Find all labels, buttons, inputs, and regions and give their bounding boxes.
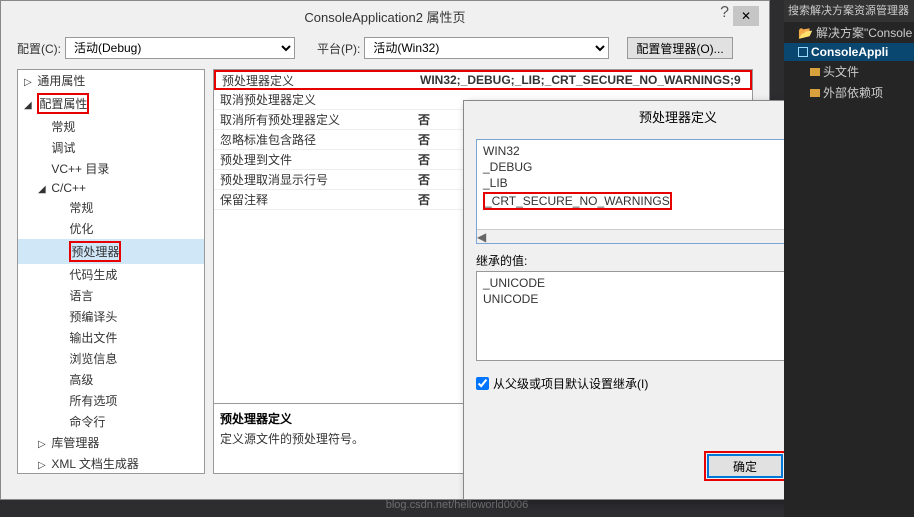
tree-item[interactable]: ▷ 库管理器: [18, 432, 204, 453]
tree-item[interactable]: 预处理器: [18, 239, 204, 264]
close-icon[interactable]: ✕: [733, 6, 759, 26]
tree-item[interactable]: 命令行: [18, 411, 204, 432]
tree-item[interactable]: ◢ C/C++: [18, 179, 204, 197]
solution-node[interactable]: 📂解决方案"Console: [784, 22, 914, 43]
tree-item[interactable]: 语言: [18, 285, 204, 306]
platform-select[interactable]: 活动(Win32): [364, 37, 609, 59]
config-manager-button[interactable]: 配置管理器(O)...: [627, 37, 732, 59]
inherit-checkbox-label[interactable]: 从父级或项目默认设置继承(I): [476, 375, 648, 392]
ok-button[interactable]: 确定: [707, 454, 783, 478]
tree-item[interactable]: 所有选项: [18, 390, 204, 411]
tree-item[interactable]: 预编译头: [18, 306, 204, 327]
tree-item[interactable]: 常规: [18, 197, 204, 218]
search-placeholder[interactable]: 搜索解决方案资源管理器: [784, 0, 914, 22]
tree-item[interactable]: 代码生成: [18, 264, 204, 285]
config-bar: 配置(C): 活动(Debug) 平台(P): 活动(Win32) 配置管理器(…: [1, 31, 769, 69]
config-select[interactable]: 活动(Debug): [65, 37, 295, 59]
tree-item[interactable]: ▷ 通用属性: [18, 70, 204, 91]
tree-item[interactable]: 高级: [18, 369, 204, 390]
tree-item[interactable]: 调试: [18, 137, 204, 158]
inherit-checkbox[interactable]: [476, 377, 489, 390]
help-icon[interactable]: ?: [720, 4, 729, 22]
tree-item[interactable]: 优化: [18, 218, 204, 239]
tree-item[interactable]: 浏览信息: [18, 348, 204, 369]
tree-item[interactable]: 输出文件: [18, 327, 204, 348]
platform-label: 平台(P):: [317, 40, 360, 57]
category-tree[interactable]: ▷ 通用属性◢ 配置属性 常规 调试 VC++ 目录◢ C/C++ 常规 优化 …: [17, 69, 205, 474]
tree-item[interactable]: ▷ XML 文档生成器: [18, 453, 204, 474]
tree-item[interactable]: 常规: [18, 116, 204, 137]
tree-item[interactable]: ◢ 配置属性: [18, 91, 204, 116]
watermark: blog.csdn.net/helloworld0006: [386, 499, 529, 511]
project-node[interactable]: ConsoleAppli: [784, 43, 914, 61]
solution-explorer: 搜索解决方案资源管理器 📂解决方案"Console ConsoleAppli 头…: [784, 0, 914, 517]
dialog-title: ConsoleApplication2 属性页: [1, 7, 769, 26]
external-deps-folder[interactable]: 外部依赖项: [784, 82, 914, 103]
property-row[interactable]: 预处理器定义WIN32;_DEBUG;_LIB;_CRT_SECURE_NO_W…: [214, 70, 752, 90]
dialog-titlebar: ConsoleApplication2 属性页 ? ✕: [1, 1, 769, 31]
config-label: 配置(C):: [17, 40, 61, 57]
headers-folder[interactable]: 头文件: [784, 61, 914, 82]
tree-item[interactable]: VC++ 目录: [18, 158, 204, 179]
